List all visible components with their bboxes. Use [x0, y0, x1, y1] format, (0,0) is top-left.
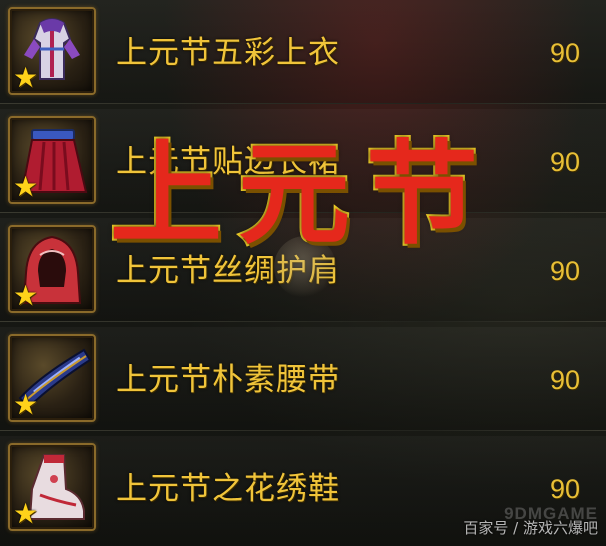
item-row[interactable]: ★ 上元节朴素腰带 90 — [0, 327, 606, 431]
item-name: 上元节之花绣鞋 — [116, 471, 340, 507]
item-level: 90 — [549, 38, 580, 68]
watermark-caption: 百家号 / 游戏六爆吧 — [463, 519, 598, 537]
star-icon: ★ — [13, 497, 39, 530]
item-level: 90 — [549, 147, 580, 177]
item-slot[interactable]: ★ — [8, 7, 96, 95]
item-name: 上元节五彩上衣 — [116, 35, 340, 71]
item-slot[interactable]: ★ — [8, 116, 96, 204]
star-icon: ★ — [13, 279, 39, 312]
item-name: 上元节朴素腰带 — [116, 362, 340, 398]
star-icon: ★ — [13, 388, 39, 421]
overlay-title: 上元节 — [108, 128, 494, 262]
item-level: 90 — [549, 256, 580, 286]
item-level: 90 — [549, 365, 580, 395]
item-slot[interactable]: ★ — [8, 443, 96, 531]
star-icon: ★ — [13, 61, 39, 94]
item-row[interactable]: ★ 上元节五彩上衣 90 — [0, 0, 606, 104]
star-icon: ★ — [13, 170, 39, 203]
item-slot[interactable]: ★ — [8, 225, 96, 313]
item-slot[interactable]: ★ — [8, 334, 96, 422]
